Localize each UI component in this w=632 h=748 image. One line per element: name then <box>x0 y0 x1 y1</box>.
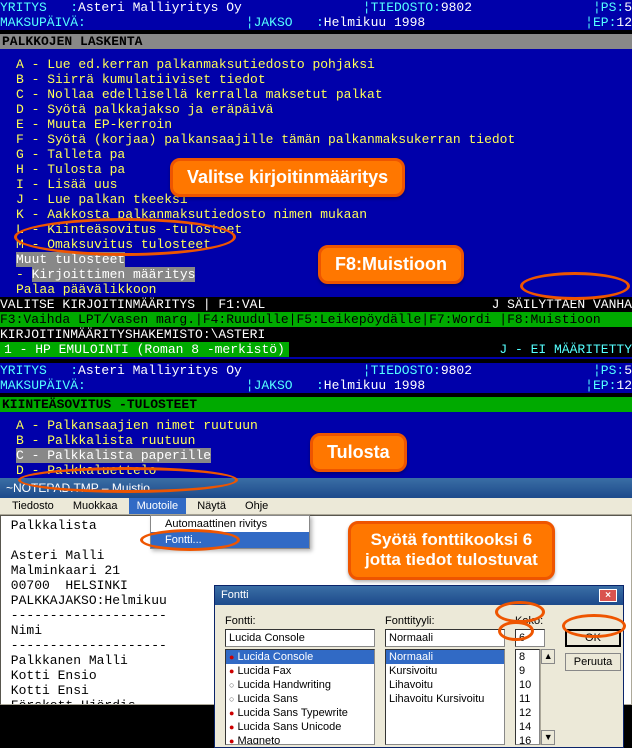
oval-palkkalista <box>18 467 238 493</box>
ps-label: ¦PS: <box>593 0 624 15</box>
list-item[interactable]: 12 <box>516 706 539 720</box>
list-item[interactable]: Lucida Sans <box>226 692 374 706</box>
list-item[interactable]: Kursivoitu <box>386 664 504 678</box>
list-item[interactable]: Lucida Handwriting <box>226 678 374 692</box>
header2-row-2: MAKSUPÄIVÄ: ¦JAKSO : Helmikuu 1998 ¦EP: … <box>0 378 632 393</box>
status-printers: 1 - HP EMULOINTI (Roman 8 -merkistö) J -… <box>0 342 632 357</box>
dos-screen-1: YRITYS : Asteri Malliyritys Oy ¦TIEDOSTO… <box>0 0 632 359</box>
list-item[interactable]: 9 <box>516 664 539 678</box>
menu-item[interactable]: C - Nollaa edellisellä kerralla maksetut… <box>0 87 632 102</box>
maksupvm-label: MAKSUPÄIVÄ: <box>0 15 86 30</box>
font-list[interactable]: Lucida ConsoleLucida FaxLucida Handwriti… <box>225 649 375 745</box>
size-scrollbar[interactable]: ▲ ▼ <box>540 649 555 745</box>
menu-muokkaa[interactable]: Muokkaa <box>65 498 126 514</box>
menu-item[interactable]: B - Siirrä kumulatiiviset tiedot <box>0 72 632 87</box>
callout-valitse-maar: Valitse kirjoitinmääritys <box>170 158 405 197</box>
oval-f8 <box>520 272 630 300</box>
status-hakemisto: KIRJOITINMÄÄRITYSHAKEMISTO:\ASTERI <box>0 327 632 342</box>
list-item[interactable]: Normaali <box>386 650 504 664</box>
style-list[interactable]: NormaaliKursivoituLihavoituLihavoitu Kur… <box>385 649 505 745</box>
header-row-2: MAKSUPÄIVÄ: ¦JAKSO : Helmikuu 1998 ¦EP: … <box>0 15 632 30</box>
cancel-button[interactable]: Peruuta <box>565 653 621 671</box>
jakso-value: Helmikuu 1998 <box>324 15 425 30</box>
list-item[interactable]: Lucida Sans Unicode <box>226 720 374 734</box>
section-title-kiintea: KIINTEÄSOVITUS -TULOSTEET <box>0 397 632 412</box>
font-label: Fontti: <box>225 615 375 627</box>
menu-nayta[interactable]: Näytä <box>189 498 234 514</box>
callout-fonttikoko: Syötä fonttikooksi 6jotta tiedot tulostu… <box>348 521 555 580</box>
list-item[interactable]: Lucida Fax <box>226 664 374 678</box>
list-item[interactable]: Lihavoitu Kursivoitu <box>386 692 504 706</box>
scroll-up-icon[interactable]: ▲ <box>541 649 555 664</box>
size-list[interactable]: 891011121416 <box>515 649 540 745</box>
ps-value: 5 <box>624 0 632 15</box>
oval-koko <box>495 601 545 623</box>
ep-label: ¦EP: <box>585 15 616 30</box>
notepad-menubar[interactable]: Tiedosto Muokkaa Muotoile Näytä Ohje <box>0 498 632 515</box>
oval-fontti-menu <box>140 529 240 551</box>
menu-muotoile[interactable]: Muotoile <box>129 498 187 514</box>
font-dialog: Fontti × Fontti: Lucida ConsoleLucida Fa… <box>214 585 624 748</box>
list-item[interactable]: 16 <box>516 734 539 745</box>
close-icon[interactable]: × <box>599 589 617 602</box>
jakso-label: ¦JAKSO : <box>246 15 324 30</box>
list-item[interactable]: 14 <box>516 720 539 734</box>
yritys-value: Asteri Malliyritys Oy <box>78 0 242 15</box>
menu-item[interactable]: E - Muuta EP-kerroin <box>0 117 632 132</box>
scroll-down-icon[interactable]: ▼ <box>541 730 555 745</box>
notepad-window: ~NOTEPAD.TMP – Muistio Tiedosto Muokkaa … <box>0 478 632 705</box>
font-dialog-title: Fontti × <box>215 586 623 605</box>
section-title-palkkojen: PALKKOJEN LASKENTA <box>0 34 632 49</box>
menu-item[interactable]: A - Palkansaajien nimet ruutuun <box>0 418 632 433</box>
list-item[interactable]: Magneto <box>226 734 374 745</box>
menu-item[interactable]: A - Lue ed.kerran palkanmaksutiedosto po… <box>0 57 632 72</box>
dos-screen-2: YRITYS : Asteri Malliyritys Oy ¦TIEDOSTO… <box>0 363 632 478</box>
menu-item[interactable]: F - Syötä (korjaa) palkansaajille tämän … <box>0 132 632 147</box>
tiedosto-value: 9802 <box>441 0 472 15</box>
style-label: Fonttityyli: <box>385 615 505 627</box>
list-item[interactable]: 10 <box>516 678 539 692</box>
list-item[interactable]: Lucida Sans Typewrite <box>226 706 374 720</box>
list-item[interactable]: 11 <box>516 692 539 706</box>
ep-value: 12 <box>616 15 632 30</box>
oval-size-input <box>498 621 534 641</box>
tiedosto-label: ¦TIEDOSTO: <box>363 0 441 15</box>
header2-row-1: YRITYS : Asteri Malliyritys Oy ¦TIEDOSTO… <box>0 363 632 378</box>
list-item[interactable]: Lihavoitu <box>386 678 504 692</box>
oval-ok <box>562 614 626 638</box>
header-row-1: YRITYS : Asteri Malliyritys Oy ¦TIEDOSTO… <box>0 0 632 15</box>
yritys-label: YRITYS : <box>0 0 78 15</box>
status-fkeys: F3:Vaihda LPT/vasen marg.|F4:Ruudulle|F5… <box>0 312 632 327</box>
menu-tiedosto[interactable]: Tiedosto <box>4 498 62 514</box>
list-item[interactable]: Lucida Console <box>226 650 374 664</box>
callout-f8-muistio: F8:Muistioon <box>318 245 464 284</box>
menu-ohje[interactable]: Ohje <box>237 498 276 514</box>
list-item[interactable]: 8 <box>516 650 539 664</box>
status-valitse: VALITSE KIRJOITINMÄÄRITYS | F1:VAL J SÄI… <box>0 297 632 312</box>
menu-item[interactable]: D - Syötä palkkajakso ja eräpäivä <box>0 102 632 117</box>
font-input[interactable] <box>225 629 375 647</box>
oval-menu-hi <box>14 218 236 256</box>
style-input[interactable] <box>385 629 505 647</box>
callout-tulosta: Tulosta <box>310 433 407 472</box>
